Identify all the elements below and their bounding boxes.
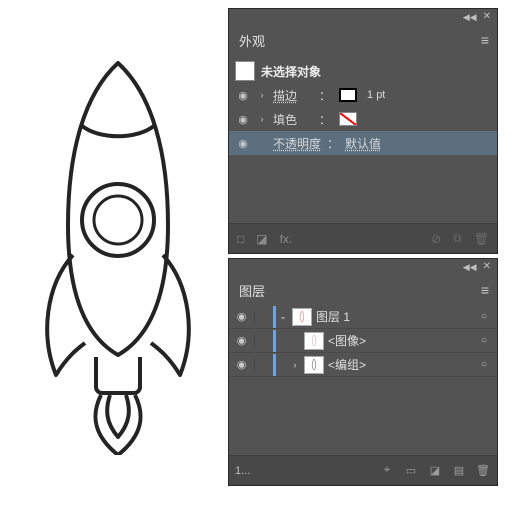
canvas-area bbox=[0, 0, 230, 506]
duplicate-icon[interactable]: ⧉ bbox=[453, 231, 462, 246]
chevron-right-icon[interactable]: › bbox=[290, 360, 300, 370]
fill-swatch[interactable] bbox=[339, 112, 357, 126]
layer-row[interactable]: ◉ <图像> ○ bbox=[229, 329, 497, 353]
layer-thumbnail[interactable] bbox=[304, 356, 324, 374]
layer-color-bar bbox=[273, 354, 276, 376]
target-icon[interactable]: ○ bbox=[477, 359, 491, 370]
delete-layer-icon[interactable]: 🗑 bbox=[475, 464, 491, 477]
close-icon[interactable]: ✕ bbox=[483, 262, 491, 272]
visibility-icon[interactable]: ◉ bbox=[235, 89, 251, 102]
layer-thumbnail[interactable] bbox=[292, 308, 312, 326]
visibility-icon[interactable]: ◉ bbox=[235, 113, 251, 126]
close-icon[interactable]: ✕ bbox=[483, 12, 491, 22]
target-icon[interactable]: ○ bbox=[477, 311, 491, 322]
layer-thumbnail[interactable] bbox=[304, 332, 324, 350]
no-selection-label: 未选择对象 bbox=[261, 63, 321, 80]
layer-color-bar bbox=[273, 306, 276, 328]
clear-icon[interactable]: ⊘ bbox=[431, 232, 441, 246]
layer-name[interactable]: <图像> bbox=[328, 332, 366, 349]
layers-footer: 1... ⌖ ▭ ◪ ▤ 🗑 bbox=[229, 455, 497, 485]
layer-count: 1... bbox=[235, 465, 271, 477]
stroke-swatch[interactable] bbox=[339, 88, 357, 102]
collapse-icon[interactable]: ◀◀ bbox=[463, 263, 477, 272]
fill-row[interactable]: ◉ › 填色 ： bbox=[229, 107, 497, 131]
tab-appearance[interactable]: 外观 bbox=[229, 25, 275, 56]
delete-icon[interactable]: 🗑 bbox=[474, 232, 489, 246]
no-selection-row: 未选择对象 bbox=[229, 59, 497, 83]
panel-titlebar: ◀◀ ✕ bbox=[229, 9, 497, 25]
opacity-row[interactable]: ◉ 不透明度 ： 默认值 bbox=[229, 131, 497, 155]
target-icon[interactable]: ○ bbox=[477, 335, 491, 346]
layers-panel: ◀◀ ✕ 图层 ≡ ◉ ⌄ 图层 1 ○ ◉ <图像> ○ ◉ bbox=[228, 258, 498, 486]
layer-name[interactable]: 图层 1 bbox=[316, 308, 350, 325]
tab-layers[interactable]: 图层 bbox=[229, 275, 275, 306]
stroke-label[interactable]: 描边 bbox=[273, 87, 311, 104]
visibility-icon[interactable]: ◉ bbox=[229, 334, 255, 347]
panel-titlebar: ◀◀ ✕ bbox=[229, 259, 497, 275]
new-layer-icon[interactable]: ▤ bbox=[451, 464, 467, 477]
layer-name[interactable]: <编组> bbox=[328, 356, 366, 373]
visibility-icon[interactable]: ◉ bbox=[229, 310, 255, 323]
expand-icon[interactable]: › bbox=[257, 114, 267, 124]
visibility-icon[interactable]: ◉ bbox=[229, 358, 255, 371]
rocket-artwork bbox=[28, 55, 208, 455]
locate-icon[interactable]: ⌖ bbox=[379, 464, 395, 477]
appearance-footer: □ ◪ fx. ⊘ ⧉ 🗑 bbox=[229, 223, 497, 253]
chevron-down-icon[interactable]: ⌄ bbox=[278, 311, 288, 322]
panel-menu-icon[interactable]: ≡ bbox=[473, 32, 497, 48]
opacity-value[interactable]: 默认值 bbox=[345, 135, 381, 152]
expand-icon[interactable]: › bbox=[257, 90, 267, 100]
opacity-label[interactable]: 不透明度 bbox=[273, 135, 321, 152]
fill-label: 填色 bbox=[273, 111, 311, 128]
selection-swatch bbox=[235, 61, 255, 81]
layer-row[interactable]: ◉ ⌄ 图层 1 ○ bbox=[229, 305, 497, 329]
collapse-icon[interactable]: ◀◀ bbox=[463, 13, 477, 22]
stroke-value[interactable]: 1 pt bbox=[367, 89, 385, 101]
stroke-row[interactable]: ◉ › 描边 ： 1 pt bbox=[229, 83, 497, 107]
add-effect-icon[interactable]: fx. bbox=[280, 232, 293, 246]
appearance-panel: ◀◀ ✕ 外观 ≡ 未选择对象 ◉ › 描边 ： 1 pt ◉ › 填色 ： ◉ bbox=[228, 8, 498, 254]
visibility-icon[interactable]: ◉ bbox=[235, 137, 251, 150]
panel-menu-icon[interactable]: ≡ bbox=[473, 282, 497, 298]
layer-row[interactable]: ◉ › <编组> ○ bbox=[229, 353, 497, 377]
layer-color-bar bbox=[273, 330, 276, 352]
new-stroke-icon[interactable]: ◪ bbox=[256, 232, 267, 246]
new-sublayer-icon[interactable]: ◪ bbox=[427, 464, 443, 477]
make-clip-icon[interactable]: ▭ bbox=[403, 464, 419, 477]
new-fill-icon[interactable]: □ bbox=[237, 232, 244, 246]
